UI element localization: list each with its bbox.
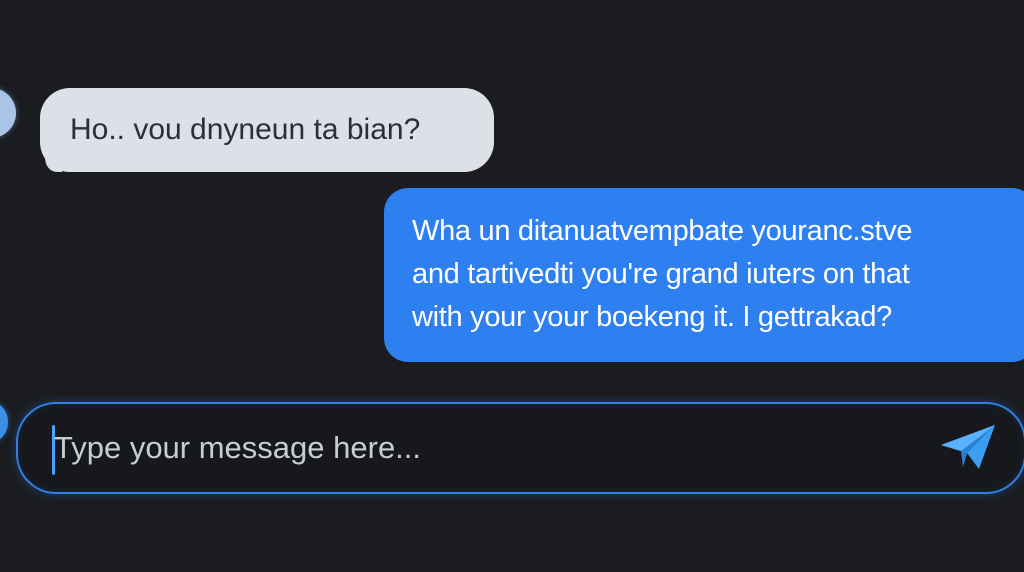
outgoing-message-line: and tartivedti you're grand iuters on th… — [412, 258, 910, 290]
message-composer — [16, 402, 1024, 494]
outgoing-message-bubble: Wha un ditanuatvempbate youranc.stve and… — [384, 188, 1024, 362]
chat-area: Ho.. vou dnyneun ta bian? Wha un ditanua… — [0, 0, 1024, 572]
contact-avatar[interactable] — [0, 88, 16, 138]
message-input[interactable] — [54, 418, 914, 478]
incoming-message-bubble: Ho.. vou dnyneun ta bian? — [40, 88, 494, 172]
paper-plane-icon — [941, 425, 995, 469]
incoming-message-text: Ho.. vou dnyneun ta bian? — [70, 113, 421, 146]
outgoing-message-line: with your your boekeng it. I gettrakad? — [412, 301, 892, 333]
send-button[interactable] — [936, 420, 1000, 476]
incoming-bubble-tail — [30, 138, 64, 172]
outgoing-message-line: Wha un ditanuatvempbate youranc.stve — [412, 215, 913, 247]
user-avatar[interactable] — [0, 402, 8, 442]
